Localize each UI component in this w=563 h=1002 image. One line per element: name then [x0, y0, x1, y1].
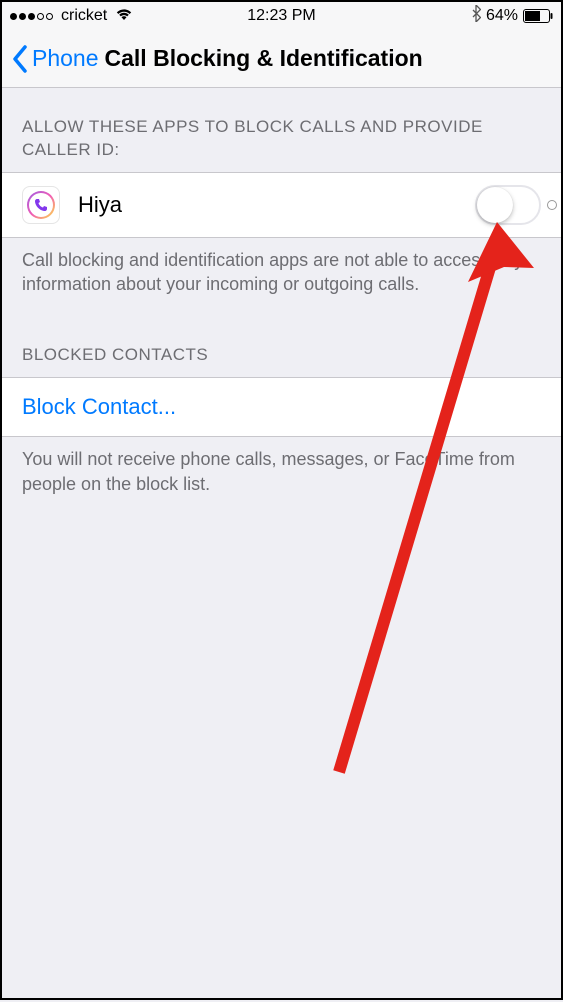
status-bar: cricket 12:23 PM 64% — [2, 2, 561, 30]
status-left: cricket — [10, 7, 133, 26]
battery-percent: 64% — [486, 7, 518, 25]
phone-icon — [33, 197, 49, 213]
bluetooth-icon — [471, 5, 481, 27]
apps-section-footer: Call blocking and identification apps ar… — [2, 238, 561, 307]
wifi-icon — [115, 7, 133, 26]
status-time: 12:23 PM — [247, 7, 315, 25]
hiya-toggle[interactable] — [475, 185, 541, 225]
battery-icon — [523, 9, 553, 23]
app-name-label: Hiya — [78, 192, 475, 218]
block-contact-label: Block Contact... — [22, 394, 176, 419]
blocked-section-header: BLOCKED CONTACTS — [2, 306, 561, 377]
blocked-section-footer: You will not receive phone calls, messag… — [2, 437, 561, 506]
app-row-hiya: Hiya — [2, 172, 561, 238]
toggle-knob — [477, 187, 513, 223]
nav-bar: Phone Call Blocking & Identification — [2, 30, 561, 88]
apps-section-header: ALLOW THESE APPS TO BLOCK CALLS AND PROV… — [2, 88, 561, 172]
page-title: Call Blocking & Identification — [105, 45, 423, 72]
back-button[interactable]: Phone — [12, 45, 99, 73]
carrier-label: cricket — [61, 7, 107, 25]
chevron-left-icon — [12, 45, 28, 73]
signal-strength-icon — [10, 13, 53, 20]
hiya-app-icon — [22, 186, 60, 224]
back-label: Phone — [32, 45, 99, 72]
status-right: 64% — [471, 5, 553, 27]
block-contact-button[interactable]: Block Contact... — [2, 377, 561, 437]
